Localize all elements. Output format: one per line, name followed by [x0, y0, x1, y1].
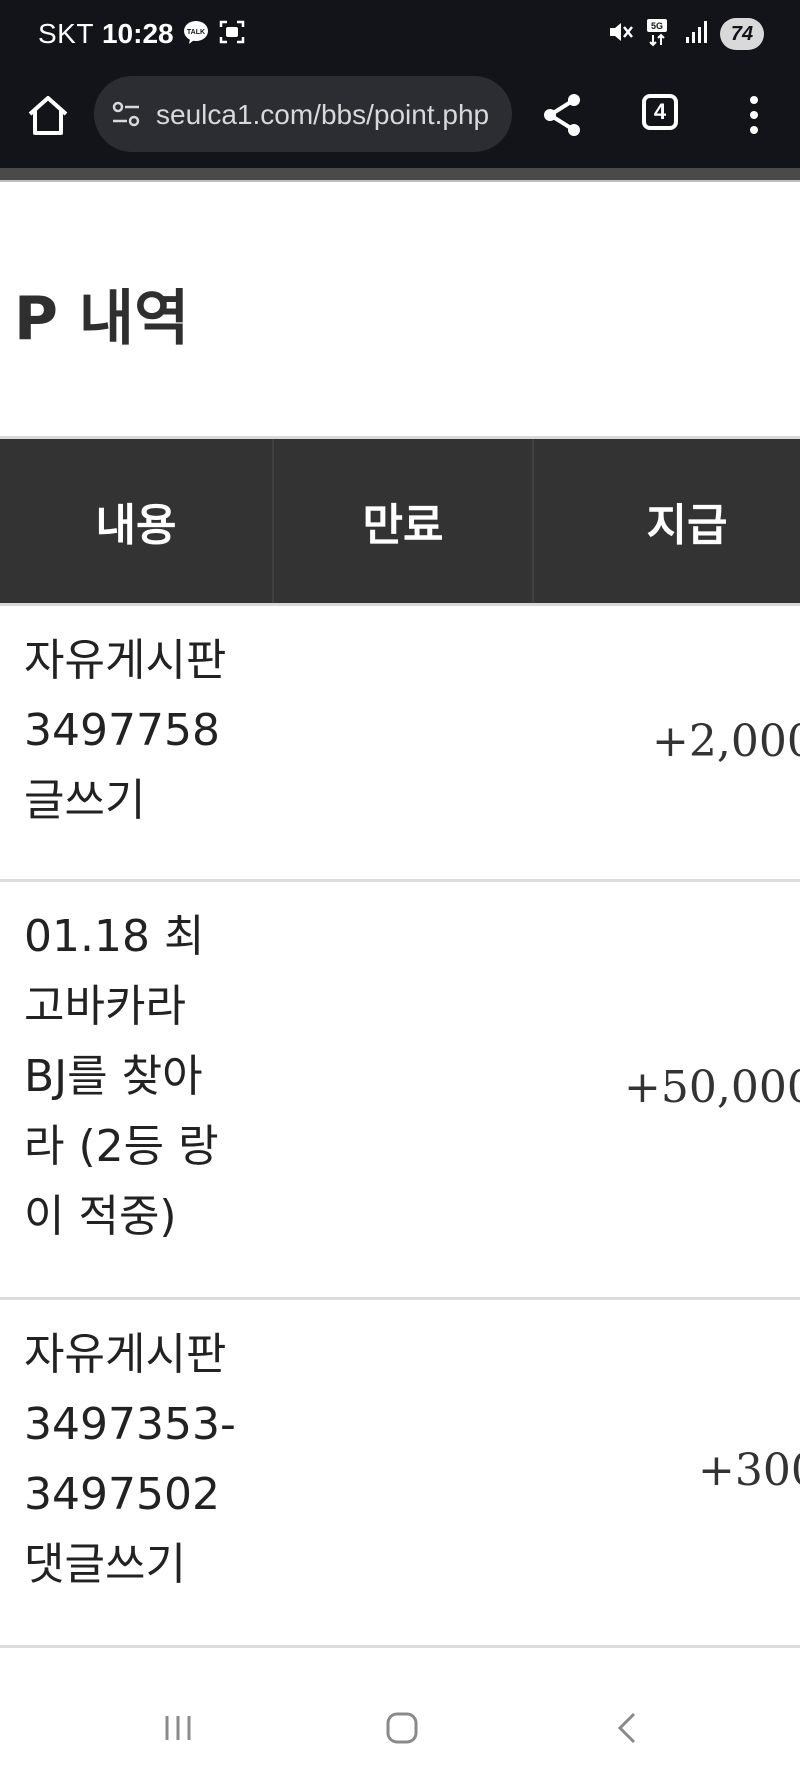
home-button-icon[interactable]: [384, 1710, 420, 1750]
clock: 10:28: [101, 18, 174, 49]
share-icon[interactable]: [538, 90, 588, 140]
home-icon[interactable]: [24, 92, 72, 140]
tabs-icon[interactable]: 4: [642, 94, 678, 130]
status-left: SKT 10:28 TALK: [38, 18, 246, 50]
column-header-amount: 지급: [646, 500, 728, 551]
row-content-line: 이 적중): [24, 1191, 177, 1242]
row-content: 01.18 최 고바카라 BJ를 찾아 라 (2등 랑 이 적중): [24, 902, 264, 1252]
back-icon[interactable]: [610, 1710, 646, 1750]
table-row: 01.18 최 고바카라 BJ를 찾아 라 (2등 랑 이 적중) +50,00…: [0, 882, 800, 1297]
5g-data-icon: 5G: [644, 17, 674, 51]
row-content-line: 자유게시판: [24, 635, 227, 686]
signal-icon: [684, 19, 710, 49]
row-content-line: 글쓰기: [24, 775, 146, 826]
talk-bubble-icon: TALK: [182, 18, 210, 50]
carrier-label: SKT: [38, 18, 94, 49]
row-content-line: 라 (2등 랑: [24, 1121, 219, 1172]
row-content-line: BJ를 찾아: [24, 1051, 203, 1102]
row-content-line: 자유게시판: [24, 1329, 227, 1380]
row-content: 자유게시판 3497758 글쓰기: [24, 626, 264, 836]
svg-text:TALK: TALK: [187, 29, 205, 36]
navigation-bar: [0, 1680, 800, 1778]
address-bar[interactable]: seulca1.com/bbs/point.php: [94, 76, 512, 152]
row-content-line: 고바카라: [24, 981, 186, 1032]
more-menu-icon[interactable]: [746, 90, 762, 140]
url-text[interactable]: seulca1.com/bbs/point.php: [156, 98, 500, 132]
row-content: 자유게시판 3497353- 3497502 댓글쓰기: [24, 1320, 264, 1600]
screenshot-icon: [218, 18, 246, 50]
recent-apps-icon[interactable]: [160, 1710, 196, 1750]
battery-icon: 74: [720, 18, 764, 50]
page-top-divider-light: [0, 180, 800, 182]
table-header: 내용 만료 지급: [0, 439, 800, 603]
page-top-divider: [0, 168, 800, 180]
row-content-line: 3497758: [24, 705, 220, 756]
mute-icon: [606, 18, 634, 50]
browser-toolbar: seulca1.com/bbs/point.php 4: [0, 72, 800, 168]
row-content-line: 3497502: [24, 1469, 220, 1520]
row-separator: [0, 1645, 800, 1648]
site-settings-icon[interactable]: [110, 98, 142, 130]
column-header-content: 내용: [95, 500, 177, 551]
status-bar: SKT 10:28 TALK 5G 74: [0, 0, 800, 72]
svg-text:5G: 5G: [651, 21, 663, 31]
row-content-line: 3497353-: [24, 1399, 236, 1450]
row-amount: +50,000: [624, 1062, 800, 1113]
row-content-line: 댓글쓰기: [24, 1539, 186, 1590]
page-title: P 내역: [14, 284, 190, 354]
column-header-expiry: 만료: [362, 500, 444, 551]
row-amount: +2,000: [652, 716, 800, 767]
row-content-line: 01.18 최: [24, 911, 205, 962]
table-row: 자유게시판 3497758 글쓰기 +2,000: [0, 606, 800, 880]
status-right: 5G 74: [606, 17, 764, 51]
row-amount: +300: [698, 1445, 800, 1496]
table-row: 자유게시판 3497353- 3497502 댓글쓰기 +300: [0, 1300, 800, 1645]
